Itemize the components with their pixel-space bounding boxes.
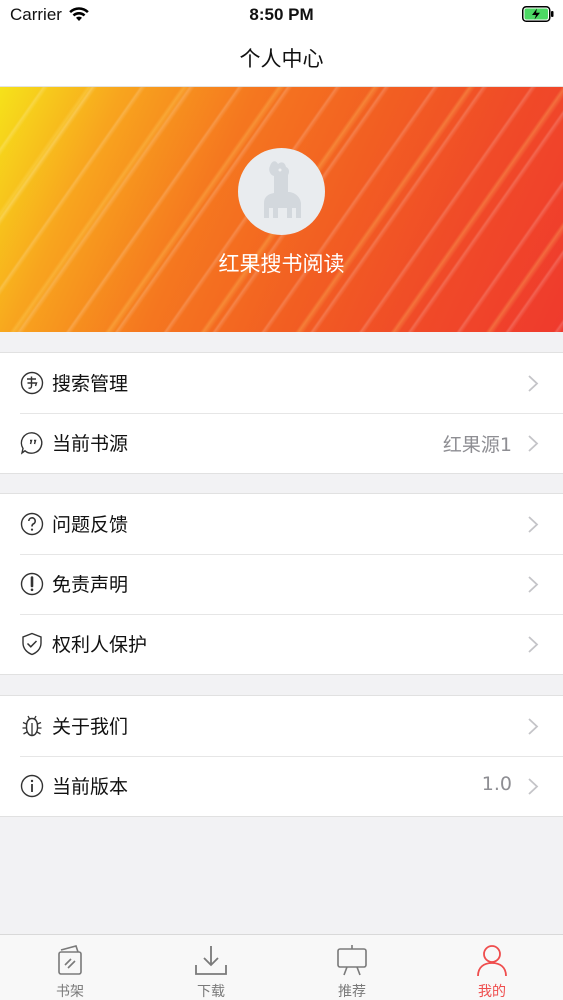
chevron-right-icon [528, 516, 539, 533]
page-title: 个人中心 [239, 47, 324, 71]
settings-group-1: 搜索管理 当前书源 红果源1 [0, 352, 563, 474]
navigation-bar: 个人中心 [0, 30, 563, 87]
chevron-right-icon [528, 375, 539, 392]
row-label: 当前书源 [52, 433, 129, 455]
tab-label: 书架 [56, 984, 84, 1000]
row-label: 搜索管理 [52, 373, 129, 395]
alpaca-placeholder-icon [264, 161, 301, 218]
settings-group-2: 问题反馈 免责声明 权利人保护 [0, 493, 563, 675]
chevron-right-icon [528, 718, 539, 735]
current-version-row[interactable]: 当前版本 1.0 [0, 756, 563, 816]
current-source-row[interactable]: 当前书源 红果源1 [0, 413, 563, 473]
exclamation-circle-icon [20, 572, 44, 596]
row-label: 问题反馈 [52, 514, 129, 536]
about-us-row[interactable]: 关于我们 [0, 696, 563, 756]
app-name: 红果搜书阅读 [218, 252, 345, 276]
tab-label: 推荐 [338, 984, 366, 1000]
tab-label: 下载 [197, 984, 225, 1000]
bookshelf-icon [58, 945, 82, 975]
chat-bubble-icon [20, 432, 43, 455]
easel-icon [337, 945, 367, 976]
search-management-row[interactable]: 搜索管理 [0, 353, 563, 413]
settings-group-3: 关于我们 当前版本 1.0 [0, 695, 563, 817]
tab-bar: 书架 下载 推荐 我的 [0, 934, 563, 1000]
download-icon [195, 946, 227, 975]
screen: Carrier 8:50 PM 个人中心 红果搜书阅读 搜索管理 当前书源 红果… [0, 0, 563, 1000]
feedback-row[interactable]: 问题反馈 [0, 494, 563, 554]
row-value: 1.0 [481, 773, 512, 795]
clock: 8:50 PM [249, 5, 314, 24]
tab-recommend[interactable]: 推荐 [312, 935, 392, 1000]
book-circle-icon [20, 371, 44, 395]
row-label: 当前版本 [52, 776, 129, 798]
chevron-right-icon [528, 435, 539, 452]
battery-charging-icon [522, 6, 554, 22]
tab-label: 我的 [478, 984, 506, 1000]
disclaimer-row[interactable]: 免责声明 [0, 554, 563, 614]
shield-check-icon [22, 632, 42, 656]
status-bar: Carrier 8:50 PM [0, 0, 563, 30]
tab-download[interactable]: 下载 [171, 935, 251, 1000]
tab-mine[interactable]: 我的 [452, 935, 532, 1000]
chevron-right-icon [528, 778, 539, 795]
row-value: 红果源1 [442, 434, 512, 456]
chevron-right-icon [528, 636, 539, 653]
rights-protection-row[interactable]: 权利人保护 [0, 614, 563, 674]
question-circle-icon [20, 512, 44, 536]
bug-icon [22, 715, 42, 737]
profile-banner: 红果搜书阅读 [0, 87, 563, 332]
avatar[interactable] [238, 148, 325, 235]
row-label: 权利人保护 [52, 634, 148, 656]
row-label: 免责声明 [52, 574, 129, 596]
info-circle-icon [20, 774, 44, 798]
chevron-right-icon [528, 576, 539, 593]
tab-bookshelf[interactable]: 书架 [30, 935, 110, 1000]
person-icon [477, 945, 507, 977]
row-label: 关于我们 [52, 716, 129, 738]
